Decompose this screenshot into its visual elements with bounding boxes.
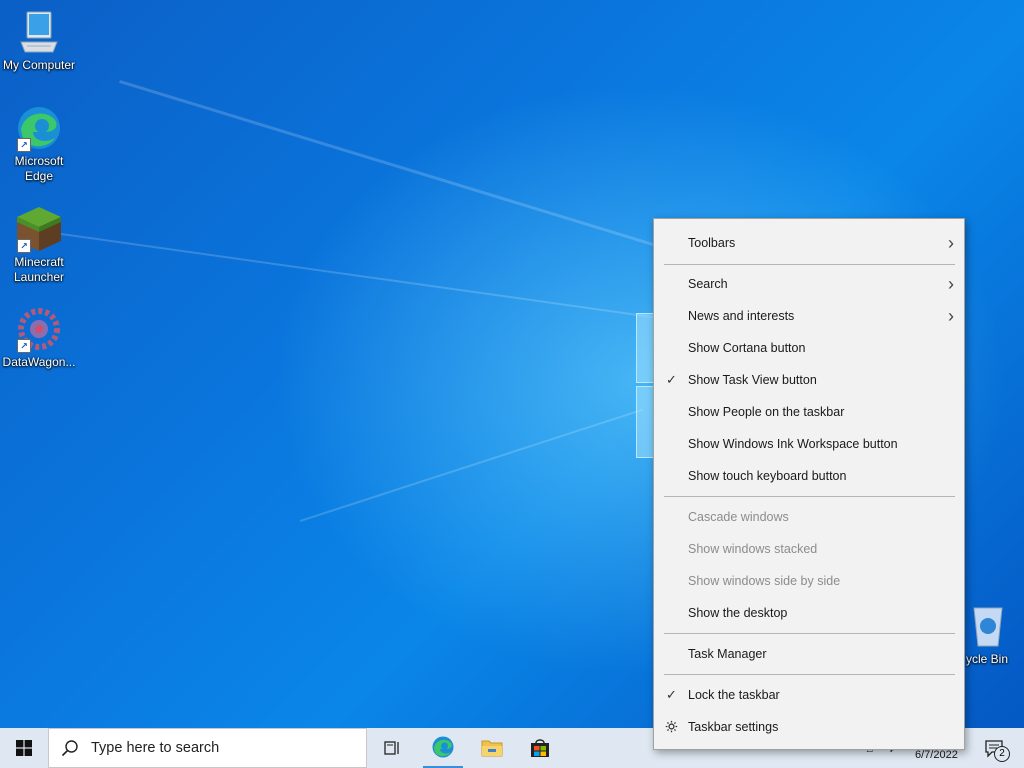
desktop-icon-my-computer[interactable]: My Computer xyxy=(1,8,77,73)
menu-separator xyxy=(664,674,955,675)
desktop-icon-label: Minecraft Launcher xyxy=(13,255,65,284)
notification-center-button[interactable]: 2 xyxy=(976,728,1012,768)
menu-separator xyxy=(664,264,955,265)
wallpaper-beam xyxy=(119,80,713,265)
shortcut-arrow-icon: ↗ xyxy=(17,138,31,152)
minecraft-icon: ↗ xyxy=(15,205,63,253)
menu-item-label: Cascade windows xyxy=(688,510,789,524)
computer-icon xyxy=(15,8,63,56)
start-button[interactable] xyxy=(0,728,48,768)
menu-item-show-windows-side-by-side: Show windows side by side xyxy=(654,566,964,596)
desktop-icon-datawagon[interactable]: ↗ DataWagon... xyxy=(1,305,77,370)
task-view-button[interactable] xyxy=(372,728,412,768)
clock-date[interactable]: 6/7/2022 xyxy=(915,749,958,761)
menu-item-label: Show People on the taskbar xyxy=(688,405,845,419)
search-icon xyxy=(61,740,78,757)
menu-item-label: Taskbar settings xyxy=(688,720,779,734)
file-explorer-icon xyxy=(481,740,503,757)
menu-item-toolbars[interactable]: Toolbars › xyxy=(654,228,964,258)
submenu-arrow-icon: › xyxy=(948,274,954,294)
desktop-icon-label: My Computer xyxy=(2,58,76,72)
desktop-icon-edge[interactable]: ↗ Microsoft Edge xyxy=(1,104,77,184)
menu-item-show-touch-keyboard[interactable]: Show touch keyboard button xyxy=(654,461,964,491)
menu-item-news-and-interests[interactable]: News and interests › xyxy=(654,301,964,331)
taskbar-edge-button[interactable] xyxy=(423,728,463,768)
windows-logo-icon xyxy=(16,740,32,756)
menu-item-label: Show Task View button xyxy=(688,373,817,387)
menu-item-label: Show the desktop xyxy=(688,606,788,620)
gear-icon xyxy=(665,712,678,742)
desktop-icon-minecraft[interactable]: ↗ Minecraft Launcher xyxy=(1,205,77,285)
menu-item-task-manager[interactable]: Task Manager xyxy=(654,639,964,669)
menu-item-label: Show windows side by side xyxy=(688,574,841,588)
recycle-bin-icon xyxy=(962,602,1006,650)
menu-item-lock-the-taskbar[interactable]: ✓ Lock the taskbar xyxy=(654,680,964,710)
menu-item-show-cortana-button[interactable]: Show Cortana button xyxy=(654,333,964,363)
menu-item-cascade-windows: Cascade windows xyxy=(654,502,964,532)
datawagon-icon: ↗ xyxy=(15,305,63,353)
task-view-icon xyxy=(384,741,399,755)
wallpaper-beam xyxy=(300,408,643,522)
taskbar-store-button[interactable] xyxy=(520,728,560,768)
checkmark-icon: ✓ xyxy=(666,372,677,387)
menu-item-label: Lock the taskbar xyxy=(688,688,780,702)
menu-item-search[interactable]: Search › xyxy=(654,269,964,299)
menu-item-label: Show Windows Ink Workspace button xyxy=(688,437,898,451)
menu-item-show-people[interactable]: Show People on the taskbar xyxy=(654,397,964,427)
search-placeholder: Type here to search xyxy=(91,740,220,756)
edge-icon xyxy=(432,736,454,758)
notification-count-badge: 2 xyxy=(994,746,1010,762)
edge-icon: ↗ xyxy=(15,104,63,152)
store-icon xyxy=(531,739,549,757)
shortcut-arrow-icon: ↗ xyxy=(17,239,31,253)
menu-item-label: Toolbars xyxy=(688,236,736,250)
menu-item-show-task-view-button[interactable]: ✓ Show Task View button xyxy=(654,365,964,395)
submenu-arrow-icon: › xyxy=(948,306,954,326)
menu-item-label: News and interests xyxy=(688,309,795,323)
taskbar-file-explorer-button[interactable] xyxy=(472,728,512,768)
desktop-icon-label: DataWagon... xyxy=(2,355,76,369)
menu-item-show-windows-ink[interactable]: Show Windows Ink Workspace button xyxy=(654,429,964,459)
shortcut-arrow-icon: ↗ xyxy=(17,339,31,353)
taskbar-context-menu[interactable]: Toolbars › Search › News and interests ›… xyxy=(653,218,965,750)
menu-item-label: Show Cortana button xyxy=(688,341,806,355)
menu-item-show-the-desktop[interactable]: Show the desktop xyxy=(654,598,964,628)
menu-item-label: Show touch keyboard button xyxy=(688,469,847,483)
menu-item-label: Show windows stacked xyxy=(688,542,818,556)
submenu-arrow-icon: › xyxy=(948,233,954,253)
taskbar-search-box[interactable]: Type here to search xyxy=(48,728,367,768)
menu-item-label: Task Manager xyxy=(688,647,767,661)
menu-item-show-windows-stacked: Show windows stacked xyxy=(654,534,964,564)
menu-item-taskbar-settings[interactable]: Taskbar settings xyxy=(654,712,964,742)
menu-separator xyxy=(664,496,955,497)
checkmark-icon: ✓ xyxy=(666,687,677,702)
wallpaper-beam xyxy=(39,230,734,330)
menu-separator xyxy=(664,633,955,634)
desktop-icon-label: Microsoft Edge xyxy=(14,154,64,183)
menu-item-label: Search xyxy=(688,277,728,291)
